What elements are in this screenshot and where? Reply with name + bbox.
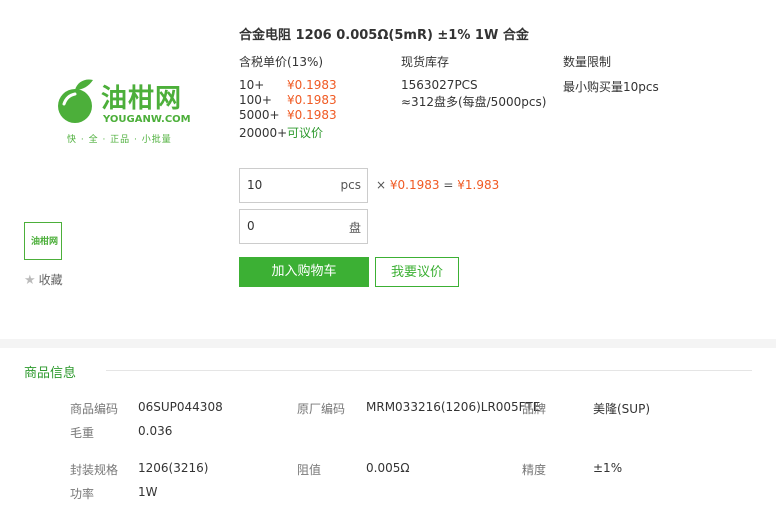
- section-divider: [0, 339, 776, 348]
- favorite-label: 收藏: [38, 273, 63, 287]
- logo-domain: YOUGANW.COM: [103, 114, 191, 125]
- product-title: 合金电阻 1206 0.005Ω(5mR) ±1% 1W 合金: [239, 28, 529, 43]
- spec-label: 封装规格: [70, 463, 119, 477]
- reel-value: 0: [247, 219, 255, 233]
- tier-price: ¥0.1983: [287, 78, 337, 92]
- citrus-logo-icon: [58, 79, 93, 123]
- star-icon: ★: [24, 273, 36, 288]
- logo-slogan: 快 · 全 · 正品 · 小批量: [67, 135, 172, 145]
- tier-qty: 20000+: [239, 126, 288, 140]
- tier-price: ¥0.1983: [287, 108, 337, 122]
- quantity-unit: pcs: [340, 178, 361, 192]
- tier-qty: 5000+: [239, 108, 280, 122]
- negotiate-price-button[interactable]: 我要议价: [375, 257, 459, 287]
- quantity-value: 10: [247, 178, 263, 192]
- price-calculation: × ¥0.1983 = ¥1.983: [376, 178, 499, 192]
- price-tier: 20000+可议价: [239, 124, 323, 141]
- add-to-cart-button[interactable]: 加入购物车: [239, 257, 369, 287]
- spec-label: 阻值: [297, 463, 322, 477]
- reel-unit: 盘: [348, 221, 361, 235]
- min-order-limit: 最小购买量10pcs: [563, 80, 659, 94]
- stock-reels: ≈312盘多(每盘/5000pcs): [401, 95, 547, 109]
- spec-value: 1W: [138, 485, 158, 499]
- stock-header: 现货库存: [401, 55, 450, 69]
- reel-input[interactable]: 0 盘: [239, 209, 368, 244]
- favorite-button[interactable]: ★ 收藏: [24, 271, 63, 288]
- stock-quantity: 1563027PCS: [401, 78, 478, 92]
- spec-value: MRM033216(1206)LR005FTE: [366, 400, 541, 414]
- quantity-input[interactable]: 10 pcs: [239, 168, 368, 203]
- spec-label: 原厂编码: [297, 402, 346, 416]
- price-header: 含税单价(13%): [239, 55, 324, 69]
- price-tier: 10+ ¥0.1983: [239, 78, 337, 92]
- spec-label: 精度: [522, 463, 547, 477]
- spec-value: 美隆(SUP): [593, 402, 651, 416]
- tier-qty: 10+: [239, 78, 265, 92]
- times-sign: ×: [376, 178, 387, 192]
- spec-value: 0.036: [138, 424, 173, 438]
- product-info-rule: [106, 370, 752, 371]
- spec-value: 06SUP044308: [138, 400, 223, 414]
- spec-value: 1206(3216): [138, 461, 209, 475]
- spec-label: 功率: [70, 487, 95, 501]
- price-tier: 100+ ¥0.1983: [239, 93, 337, 107]
- spec-label: 品牌: [522, 402, 547, 416]
- price-tier: 5000+ ¥0.1983: [239, 108, 337, 122]
- spec-value: ±1%: [593, 461, 623, 475]
- spec-label: 毛重: [70, 426, 95, 440]
- tier-negotiable: 可议价: [287, 126, 324, 140]
- equals-sign: =: [443, 178, 454, 192]
- logo-name: 油柑网: [101, 84, 183, 114]
- tier-qty: 100+: [239, 93, 272, 107]
- thumbnail-logo: 油柑网: [31, 237, 59, 247]
- product-thumbnail[interactable]: 油柑网: [24, 222, 62, 260]
- limit-header: 数量限制: [563, 55, 612, 69]
- tier-price: ¥0.1983: [287, 93, 337, 107]
- brand-logo: 油柑网 YOUGANW.COM 快 · 全 · 正品 · 小批量: [55, 76, 191, 146]
- total-price: ¥1.983: [457, 178, 500, 192]
- product-info-title: 商品信息: [24, 366, 77, 381]
- spec-label: 商品编码: [70, 402, 119, 416]
- unit-price: ¥0.1983: [389, 178, 440, 192]
- spec-value: 0.005Ω: [366, 461, 410, 475]
